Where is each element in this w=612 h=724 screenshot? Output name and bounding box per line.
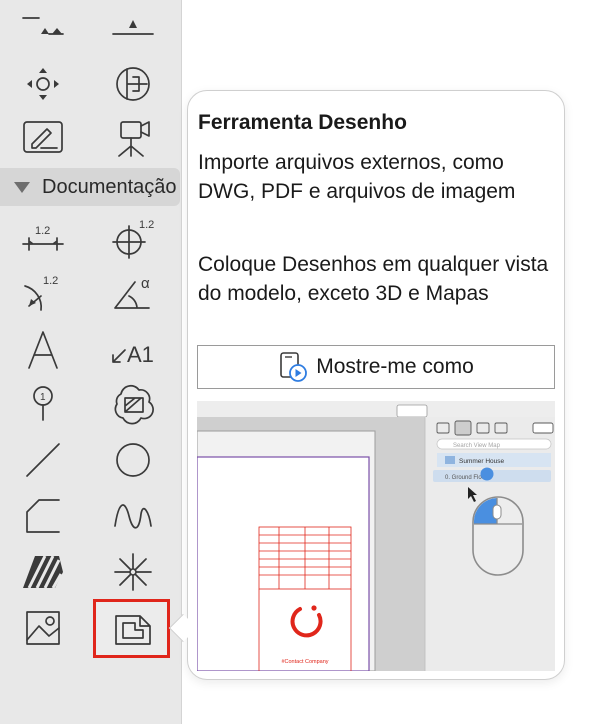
tool-glyph: 1 [40, 392, 46, 403]
polyline-icon [19, 492, 67, 540]
radial-dimension-tool[interactable]: 1.2 [105, 214, 161, 262]
arc-dimension-icon: 1.2 [19, 275, 58, 318]
circle-tool[interactable] [105, 436, 161, 484]
section-header-documentation[interactable]: Documentação [0, 168, 180, 206]
angle-dimension-icon: α [109, 275, 150, 318]
tooltip-description-place: Coloque Desenhos em qualquer vista do mo… [198, 253, 549, 305]
tutorial-preview-image: #Contact Company Search View Map Summer … [197, 401, 555, 671]
spline-icon [109, 492, 157, 540]
section-icon [109, 60, 157, 108]
toolbox-panel: Documentação 1.2 1.2 1.2 α A1 1 [0, 0, 182, 724]
tool-glyph: 1.2 [43, 275, 58, 287]
video-tutorial-icon [280, 352, 308, 382]
marker-tool[interactable]: 1 [15, 380, 71, 428]
pencil-icon [19, 114, 67, 162]
section-label: Documentação [42, 175, 177, 198]
drawing-icon [109, 604, 157, 652]
tooltip-title: Ferramenta Desenho [198, 111, 407, 134]
text-tool[interactable] [15, 326, 71, 374]
tooltip-description-import: Importe arquivos externos, como DWG, PDF… [198, 151, 516, 203]
line-tool[interactable] [15, 436, 71, 484]
hatch-tool[interactable] [15, 548, 71, 596]
disclosure-triangle-icon[interactable] [14, 181, 30, 193]
text-icon [19, 326, 67, 374]
linear-dimension-icon: 1.2 [19, 225, 67, 262]
navigation-tool[interactable] [15, 60, 71, 108]
hotspot-tool[interactable] [105, 548, 161, 596]
label-tool[interactable]: A1 [105, 326, 161, 374]
spline-tool[interactable] [105, 492, 161, 540]
preview-tree-child: 0. Ground Floor [445, 475, 487, 481]
marker-icon: 1 [19, 380, 67, 428]
label-icon: A1 [109, 342, 154, 367]
section-tool[interactable] [105, 60, 161, 108]
tool-tooltip: Ferramenta Desenho Importe arquivos exte… [187, 90, 565, 680]
hotspot-icon [109, 548, 157, 596]
show-me-how-button[interactable]: Mostre-me como [197, 345, 555, 389]
fill-icon [109, 380, 157, 428]
level-dimension-icon [19, 0, 67, 48]
arc-dimension-tool[interactable]: 1.2 [15, 270, 71, 318]
fill-tool[interactable] [105, 380, 161, 428]
preview-search-placeholder: Search View Map [453, 443, 501, 449]
tool-glyph: A1 [127, 342, 154, 367]
elevation-dimension-tool[interactable] [105, 0, 161, 48]
edit-label-tool[interactable] [15, 114, 71, 162]
image-tool[interactable] [15, 604, 71, 652]
dimension-tool[interactable]: 1.2 [15, 214, 71, 262]
camera-icon [109, 114, 157, 162]
angle-dimension-tool[interactable]: α [105, 270, 161, 318]
preview-tree-item: Summer House [459, 458, 505, 465]
elevation-dimension-icon [109, 20, 157, 48]
image-icon [19, 604, 67, 652]
camera-tool[interactable] [105, 114, 161, 162]
tool-glyph: 1.2 [35, 225, 50, 237]
drawing-tool[interactable] [105, 604, 161, 652]
level-dimension-tool[interactable] [15, 0, 71, 48]
circle-icon [109, 436, 157, 484]
tool-glyph: α [141, 275, 150, 292]
radial-dimension-icon: 1.2 [109, 219, 154, 262]
preview-illustration: #Contact Company Search View Map Summer … [197, 401, 555, 671]
preview-logo-caption: #Contact Company [281, 659, 328, 665]
tool-glyph: 1.2 [139, 219, 154, 231]
line-icon [19, 436, 67, 484]
show-me-how-label: Mostre-me como [316, 355, 474, 378]
hatch-icon [23, 548, 63, 596]
polyline-tool[interactable] [15, 492, 71, 540]
navigation-icon [27, 68, 59, 100]
